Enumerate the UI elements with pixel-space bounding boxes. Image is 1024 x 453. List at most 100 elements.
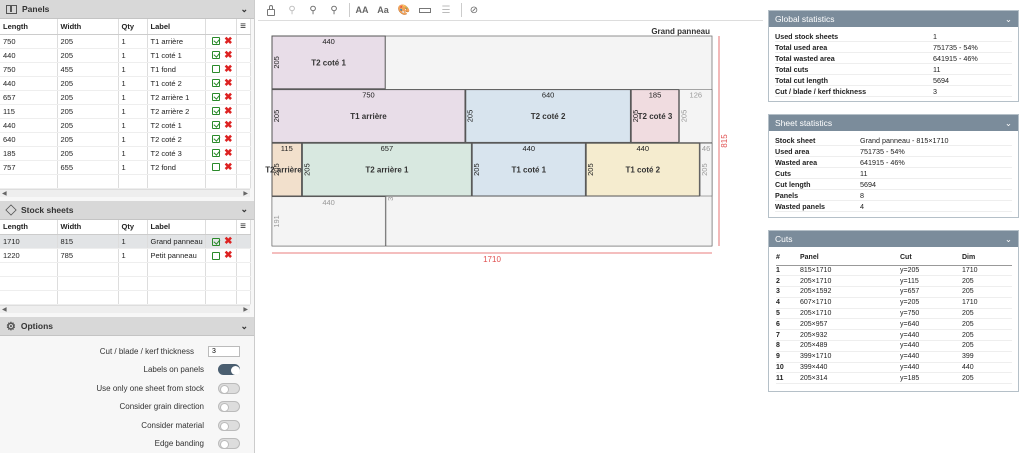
table-row[interactable]: 115 205 1 T2 arrière 2 ✖ xyxy=(0,104,251,119)
option-toggle[interactable] xyxy=(218,382,240,394)
cell-qty[interactable]: 1 xyxy=(118,34,148,49)
cell-width[interactable]: 205 xyxy=(57,76,119,91)
table-row[interactable]: 750 455 1 T1 fond ✖ xyxy=(0,62,251,77)
stock-header[interactable]: Stock sheets ⌄ xyxy=(0,200,254,220)
delete-icon[interactable]: ✖ xyxy=(224,236,232,247)
cell-width[interactable]: 205 xyxy=(57,48,119,63)
cell-qty[interactable]: 1 xyxy=(118,118,148,133)
empty-row[interactable] xyxy=(0,174,251,189)
zoom-out-icon[interactable]: ⚲ xyxy=(283,2,301,18)
cell-label[interactable]: T1 coté 1 xyxy=(147,48,206,63)
cuts-header[interactable]: Cuts ⌄ xyxy=(769,231,1018,247)
option-toggle[interactable] xyxy=(218,438,240,450)
column-header[interactable]: Width xyxy=(57,219,119,235)
cell-width[interactable]: 205 xyxy=(57,104,119,119)
placed-panel[interactable]: 640 205 T2 coté 2 xyxy=(465,89,631,143)
enable-checkbox[interactable] xyxy=(212,149,221,157)
cell-label[interactable]: T2 coté 3 xyxy=(147,146,206,161)
column-header[interactable]: Label xyxy=(147,219,206,235)
placed-panel[interactable]: 657 205 T2 arrière 1 xyxy=(301,142,472,197)
delete-icon[interactable]: ✖ xyxy=(224,162,232,173)
table-row[interactable]: 750 205 1 T1 arrière ✖ xyxy=(0,34,251,49)
empty-row[interactable] xyxy=(0,290,251,305)
table-row[interactable]: 657 205 1 T2 arrière 1 ✖ xyxy=(0,90,251,105)
cell-qty[interactable]: 1 xyxy=(118,132,148,147)
delete-icon[interactable]: ✖ xyxy=(224,250,232,261)
cell-length[interactable]: 657 xyxy=(0,90,58,105)
delete-icon[interactable]: ✖ xyxy=(224,64,232,75)
panels-header[interactable]: Panels ⌄ xyxy=(0,0,254,19)
panels-scrollbar[interactable]: ◀ ▶ xyxy=(0,188,250,197)
cell-label[interactable]: Petit panneau xyxy=(147,248,206,263)
cell-label[interactable]: T2 arrière 2 xyxy=(147,104,206,119)
placed-panel[interactable]: 185205T2 coté 3 xyxy=(630,89,680,143)
cut-row[interactable]: 9 399×1710 y=440 399 xyxy=(776,351,1012,363)
cell-length[interactable]: 185 xyxy=(0,146,58,161)
empty-row[interactable] xyxy=(0,262,251,277)
empty-row[interactable] xyxy=(0,276,251,291)
cell-length[interactable]: 440 xyxy=(0,118,58,133)
delete-icon[interactable]: ✖ xyxy=(224,134,232,145)
font-decrease-icon[interactable]: Aa xyxy=(374,2,392,18)
cell-label[interactable]: T1 fond xyxy=(147,62,206,77)
cell-width[interactable]: 205 xyxy=(57,34,119,49)
chevron-down-icon[interactable]: ⌄ xyxy=(1005,118,1012,129)
cell-label[interactable]: T2 coté 2 xyxy=(147,132,206,147)
delete-icon[interactable]: ✖ xyxy=(224,36,232,47)
placed-panel[interactable]: 750 205 T1 arrière xyxy=(271,89,466,143)
enable-checkbox[interactable] xyxy=(212,237,221,246)
option-toggle[interactable] xyxy=(218,419,240,431)
enable-checkbox[interactable] xyxy=(212,121,221,129)
cell-width[interactable]: 455 xyxy=(57,62,119,77)
ruler-icon[interactable] xyxy=(416,2,434,18)
enable-checkbox[interactable] xyxy=(212,163,221,171)
enable-checkbox[interactable] xyxy=(212,65,221,73)
cell-width[interactable]: 655 xyxy=(57,160,119,175)
cell-length[interactable]: 115 xyxy=(0,104,58,119)
cut-row[interactable]: 2 205×1710 y=115 205 xyxy=(776,275,1012,288)
table-row[interactable]: 1710 815 1 Grand panneau ✖ xyxy=(0,234,251,249)
placed-panel[interactable]: 440 205 T1 coté 2 xyxy=(585,142,700,197)
cut-row[interactable]: 6 205×957 y=640 205 xyxy=(776,318,1012,331)
stock-scrollbar[interactable]: ◀ ▶ xyxy=(0,305,250,313)
list-icon[interactable]: ☰ xyxy=(437,2,455,18)
enable-checkbox[interactable] xyxy=(212,107,221,115)
cell-length[interactable]: 640 xyxy=(0,132,58,147)
cell-qty[interactable]: 1 xyxy=(118,48,148,63)
cell-width[interactable]: 205 xyxy=(57,146,119,161)
enable-checkbox[interactable] xyxy=(212,93,221,101)
column-header[interactable]: Length xyxy=(0,19,58,35)
cut-row[interactable]: 7 205×932 y=440 205 xyxy=(776,329,1012,342)
lock-icon[interactable] xyxy=(262,2,280,18)
table-row[interactable]: 640 205 1 T2 coté 2 ✖ xyxy=(0,132,251,147)
column-header[interactable]: Qty xyxy=(118,19,148,35)
cell-qty[interactable]: 1 xyxy=(118,104,148,119)
cell-qty[interactable]: 1 xyxy=(118,146,148,161)
cell-label[interactable]: T2 coté 1 xyxy=(147,118,206,133)
cell-width[interactable]: 815 xyxy=(57,234,119,249)
table-row[interactable]: 440 205 1 T2 coté 1 ✖ xyxy=(0,118,251,133)
delete-icon[interactable]: ✖ xyxy=(224,120,232,131)
chevron-down-icon[interactable]: ⌄ xyxy=(1005,14,1012,25)
eye-off-icon[interactable]: ⊘ xyxy=(465,2,483,18)
cell-width[interactable]: 785 xyxy=(57,248,119,263)
cell-width[interactable]: 205 xyxy=(57,90,119,105)
chevron-down-icon[interactable]: ⌄ xyxy=(240,204,248,215)
cell-length[interactable]: 757 xyxy=(0,160,58,175)
column-header[interactable]: Qty xyxy=(118,219,148,235)
delete-icon[interactable]: ✖ xyxy=(224,50,232,61)
cell-length[interactable]: 750 xyxy=(0,34,58,49)
cell-label[interactable]: T1 arrière xyxy=(147,34,206,49)
cell-label[interactable]: T2 arrière 1 xyxy=(147,90,206,105)
table-row[interactable]: 757 655 1 T2 fond ✖ xyxy=(0,160,251,175)
cell-qty[interactable]: 1 xyxy=(118,248,148,263)
cell-qty[interactable]: 1 xyxy=(118,76,148,91)
chevron-down-icon[interactable]: ⌄ xyxy=(1005,234,1012,245)
cell-length[interactable]: 750 xyxy=(0,62,58,77)
chevron-down-icon[interactable]: ⌄ xyxy=(240,4,248,15)
enable-checkbox[interactable] xyxy=(212,79,221,87)
placed-panel[interactable]: 440 205 T2 coté 1 xyxy=(271,35,386,90)
cell-label[interactable]: T1 coté 2 xyxy=(147,76,206,91)
palette-icon[interactable]: 🎨 xyxy=(395,2,413,18)
cell-qty[interactable]: 1 xyxy=(118,234,148,249)
